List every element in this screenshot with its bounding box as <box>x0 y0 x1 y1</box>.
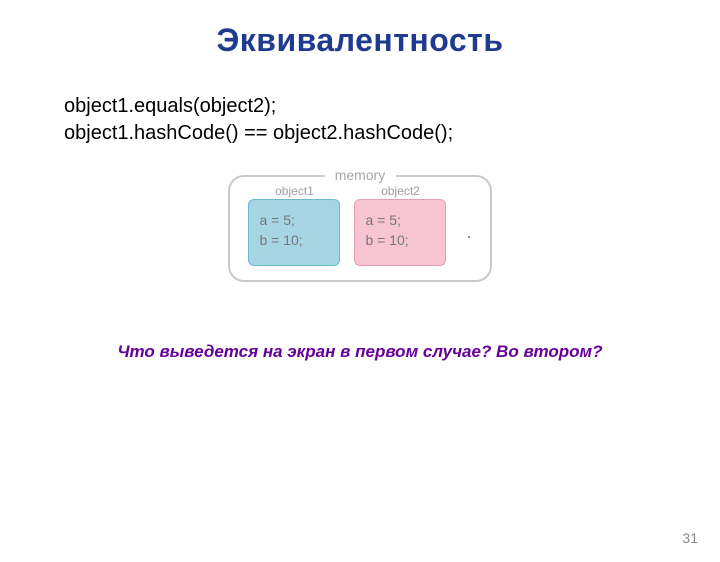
memory-box: memory object1 a = 5; b = 10; object2 a … <box>228 175 491 282</box>
object2-label: object2 <box>381 184 420 198</box>
code-line-1: object1.equals(object2); <box>64 93 720 120</box>
slide: Эквивалентность object1.equals(object2);… <box>0 22 720 562</box>
diagram-dot: . <box>466 222 471 243</box>
memory-legend: memory <box>325 167 396 183</box>
question-text: Что выведется на экран в первом случае? … <box>0 342 720 362</box>
object1-label: object1 <box>275 184 314 198</box>
object2-box: object2 a = 5; b = 10; <box>354 199 446 266</box>
object2-field-a: a = 5; <box>365 210 435 230</box>
page-number: 31 <box>682 530 698 546</box>
memory-diagram: memory object1 a = 5; b = 10; object2 a … <box>0 175 720 282</box>
object2-field-b: b = 10; <box>365 230 435 250</box>
code-block: object1.equals(object2); object1.hashCod… <box>64 93 720 147</box>
code-line-2: object1.hashCode() == object2.hashCode()… <box>64 120 720 147</box>
page-title: Эквивалентность <box>0 22 720 59</box>
object1-field-b: b = 10; <box>259 230 329 250</box>
object1-field-a: a = 5; <box>259 210 329 230</box>
object1-box: object1 a = 5; b = 10; <box>248 199 340 266</box>
